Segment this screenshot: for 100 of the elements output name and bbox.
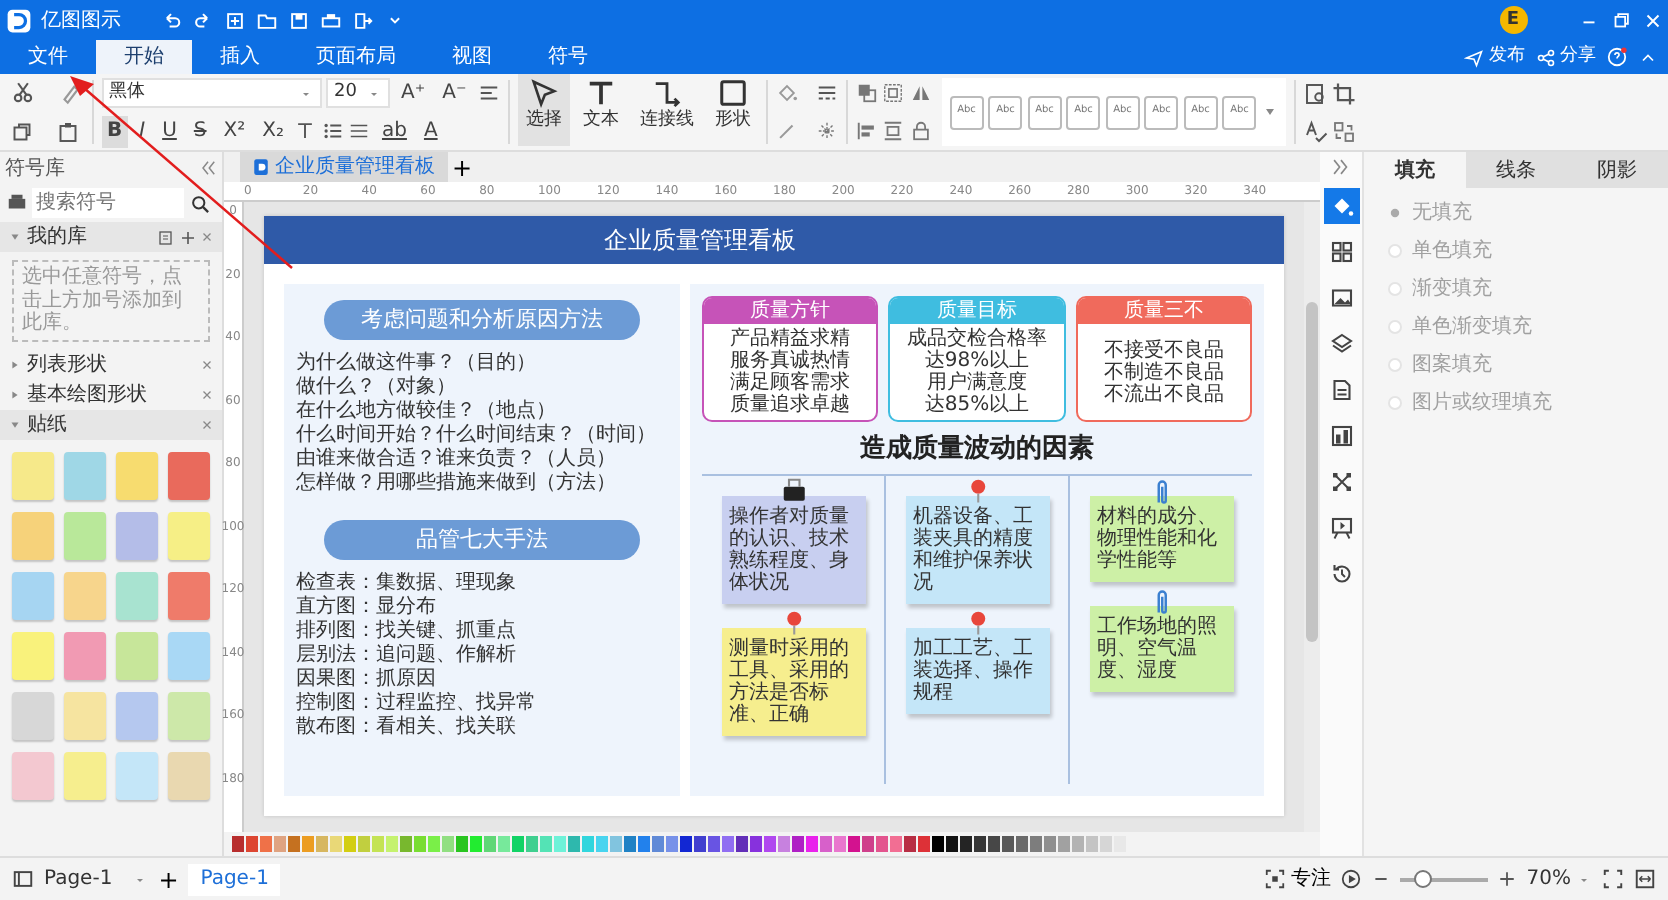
page-tab[interactable]: Page-1	[188, 863, 281, 895]
sticker-thumbnail[interactable]	[12, 511, 54, 559]
spell-check-icon[interactable]	[1303, 119, 1328, 143]
add-page-button[interactable]: +	[158, 861, 179, 897]
sticker-thumbnail[interactable]	[168, 691, 210, 739]
format-button[interactable]: X²	[217, 115, 252, 147]
fill-icon[interactable]	[776, 82, 799, 104]
new-file-icon[interactable]	[223, 9, 245, 31]
close-icon[interactable]	[200, 417, 214, 431]
menu-tab[interactable]: 文件	[0, 40, 96, 74]
section-header[interactable]: 我的库	[0, 222, 222, 252]
close-icon[interactable]	[200, 230, 214, 244]
format-button[interactable]: B	[101, 115, 129, 147]
sticker-thumbnail[interactable]	[168, 751, 210, 799]
group-icon[interactable]	[882, 82, 905, 104]
pen-icon[interactable]	[776, 120, 799, 142]
collapse-icon[interactable]	[197, 158, 217, 178]
sticker-thumbnail[interactable]	[12, 751, 54, 799]
sticker-thumbnail[interactable]	[12, 631, 54, 679]
bullet-list-icon[interactable]	[321, 120, 344, 142]
sticker-thumbnail[interactable]	[64, 571, 106, 619]
font-field[interactable]: 黑体	[101, 78, 321, 108]
menu-tab[interactable]: 符号	[520, 40, 616, 74]
clear-format-icon[interactable]	[294, 120, 317, 142]
sticker-thumbnail[interactable]	[64, 691, 106, 739]
restore-icon[interactable]	[1609, 9, 1631, 31]
effects-icon[interactable]	[815, 120, 838, 142]
fit-width-icon[interactable]	[1634, 868, 1656, 890]
paste-icon[interactable]	[55, 119, 79, 144]
sticker-thumbnail[interactable]	[64, 631, 106, 679]
format-painter-icon[interactable]	[57, 80, 83, 107]
fullscreen-icon[interactable]	[1602, 868, 1624, 890]
side-tool[interactable]	[1323, 188, 1359, 224]
help-icon[interactable]	[1606, 46, 1628, 68]
library-icon[interactable]	[5, 192, 27, 214]
sticker-thumbnail[interactable]	[116, 631, 158, 679]
sticker-thumbnail[interactable]	[12, 451, 54, 499]
tool-button[interactable]: 文本	[574, 74, 627, 146]
menu-tab[interactable]: 开始	[96, 40, 192, 74]
search-field[interactable]: 搜索符号	[32, 188, 184, 218]
sticker-thumbnail[interactable]	[12, 691, 54, 739]
scissors-icon[interactable]	[10, 80, 36, 107]
tool-button[interactable]: 连接线	[631, 74, 702, 146]
scroll-icon[interactable]	[1261, 104, 1278, 120]
sticker-thumbnail[interactable]	[168, 451, 210, 499]
sticker-thumbnail[interactable]	[64, 451, 106, 499]
sticker-thumbnail[interactable]	[168, 511, 210, 559]
library-file-icon[interactable]	[158, 229, 174, 245]
sticker-thumbnail[interactable]	[116, 511, 158, 559]
section-header[interactable]: 贴纸	[0, 409, 222, 439]
sticker-thumbnail[interactable]	[116, 691, 158, 739]
search-icon[interactable]	[189, 193, 209, 213]
play-icon[interactable]	[1340, 868, 1363, 890]
zoom-select[interactable]: 70%	[1526, 864, 1592, 894]
find-icon[interactable]	[1303, 81, 1328, 105]
highlight-button[interactable]: ab	[375, 115, 413, 147]
copy-icon[interactable]	[10, 119, 34, 144]
close-icon[interactable]	[200, 357, 214, 371]
menu-tab[interactable]: 插入	[192, 40, 288, 74]
panel-tab[interactable]: 线条	[1465, 152, 1567, 188]
publish-button[interactable]: 发布	[1464, 43, 1525, 71]
tool-button[interactable]: 选择	[517, 74, 570, 146]
format-button[interactable]: X₂	[256, 115, 290, 147]
share-button[interactable]: 分享	[1535, 43, 1596, 71]
pages-icon[interactable]	[12, 868, 34, 890]
line-style-icon[interactable]	[815, 82, 838, 104]
panel-tab[interactable]: 阴影	[1566, 152, 1668, 188]
align-left-icon[interactable]	[855, 120, 878, 142]
format-button[interactable]: S	[187, 115, 213, 147]
export-icon[interactable]	[351, 9, 373, 31]
printer-icon[interactable]	[319, 9, 341, 31]
sticker-thumbnail[interactable]	[64, 751, 106, 799]
scrollbar[interactable]	[1306, 302, 1318, 642]
font-color-button[interactable]: A	[417, 115, 444, 147]
crop-icon[interactable]	[1332, 81, 1357, 105]
focus-button[interactable]: 专注	[1263, 864, 1331, 894]
folder-icon[interactable]	[255, 9, 277, 31]
font-size-field[interactable]: 20	[326, 78, 390, 108]
format-button[interactable]: U	[156, 115, 183, 147]
color-palette[interactable]	[224, 832, 1320, 856]
close-icon[interactable]	[200, 387, 214, 401]
plus-icon[interactable]	[179, 229, 195, 245]
avatar[interactable]: E	[1499, 6, 1527, 34]
font-size-button[interactable]: A⁻	[436, 77, 473, 109]
sticker-thumbnail[interactable]	[116, 751, 158, 799]
replace-icon[interactable]	[1332, 119, 1357, 143]
font-size-button[interactable]: A⁺	[395, 77, 432, 109]
save-icon[interactable]	[287, 9, 309, 31]
sticker-thumbnail[interactable]	[168, 631, 210, 679]
tool-button[interactable]: 形状	[706, 74, 759, 146]
distribute-icon[interactable]	[882, 120, 905, 142]
align-icon[interactable]	[477, 82, 500, 104]
page-selector[interactable]: Page-1	[44, 864, 149, 894]
redo-icon[interactable]	[191, 9, 213, 31]
menu-tab[interactable]: 视图	[424, 40, 520, 74]
lock-icon[interactable]	[909, 120, 932, 142]
format-button[interactable]: I	[133, 115, 152, 147]
sticker-thumbnail[interactable]	[116, 451, 158, 499]
list-icon[interactable]	[348, 120, 371, 142]
sticker-thumbnail[interactable]	[168, 571, 210, 619]
